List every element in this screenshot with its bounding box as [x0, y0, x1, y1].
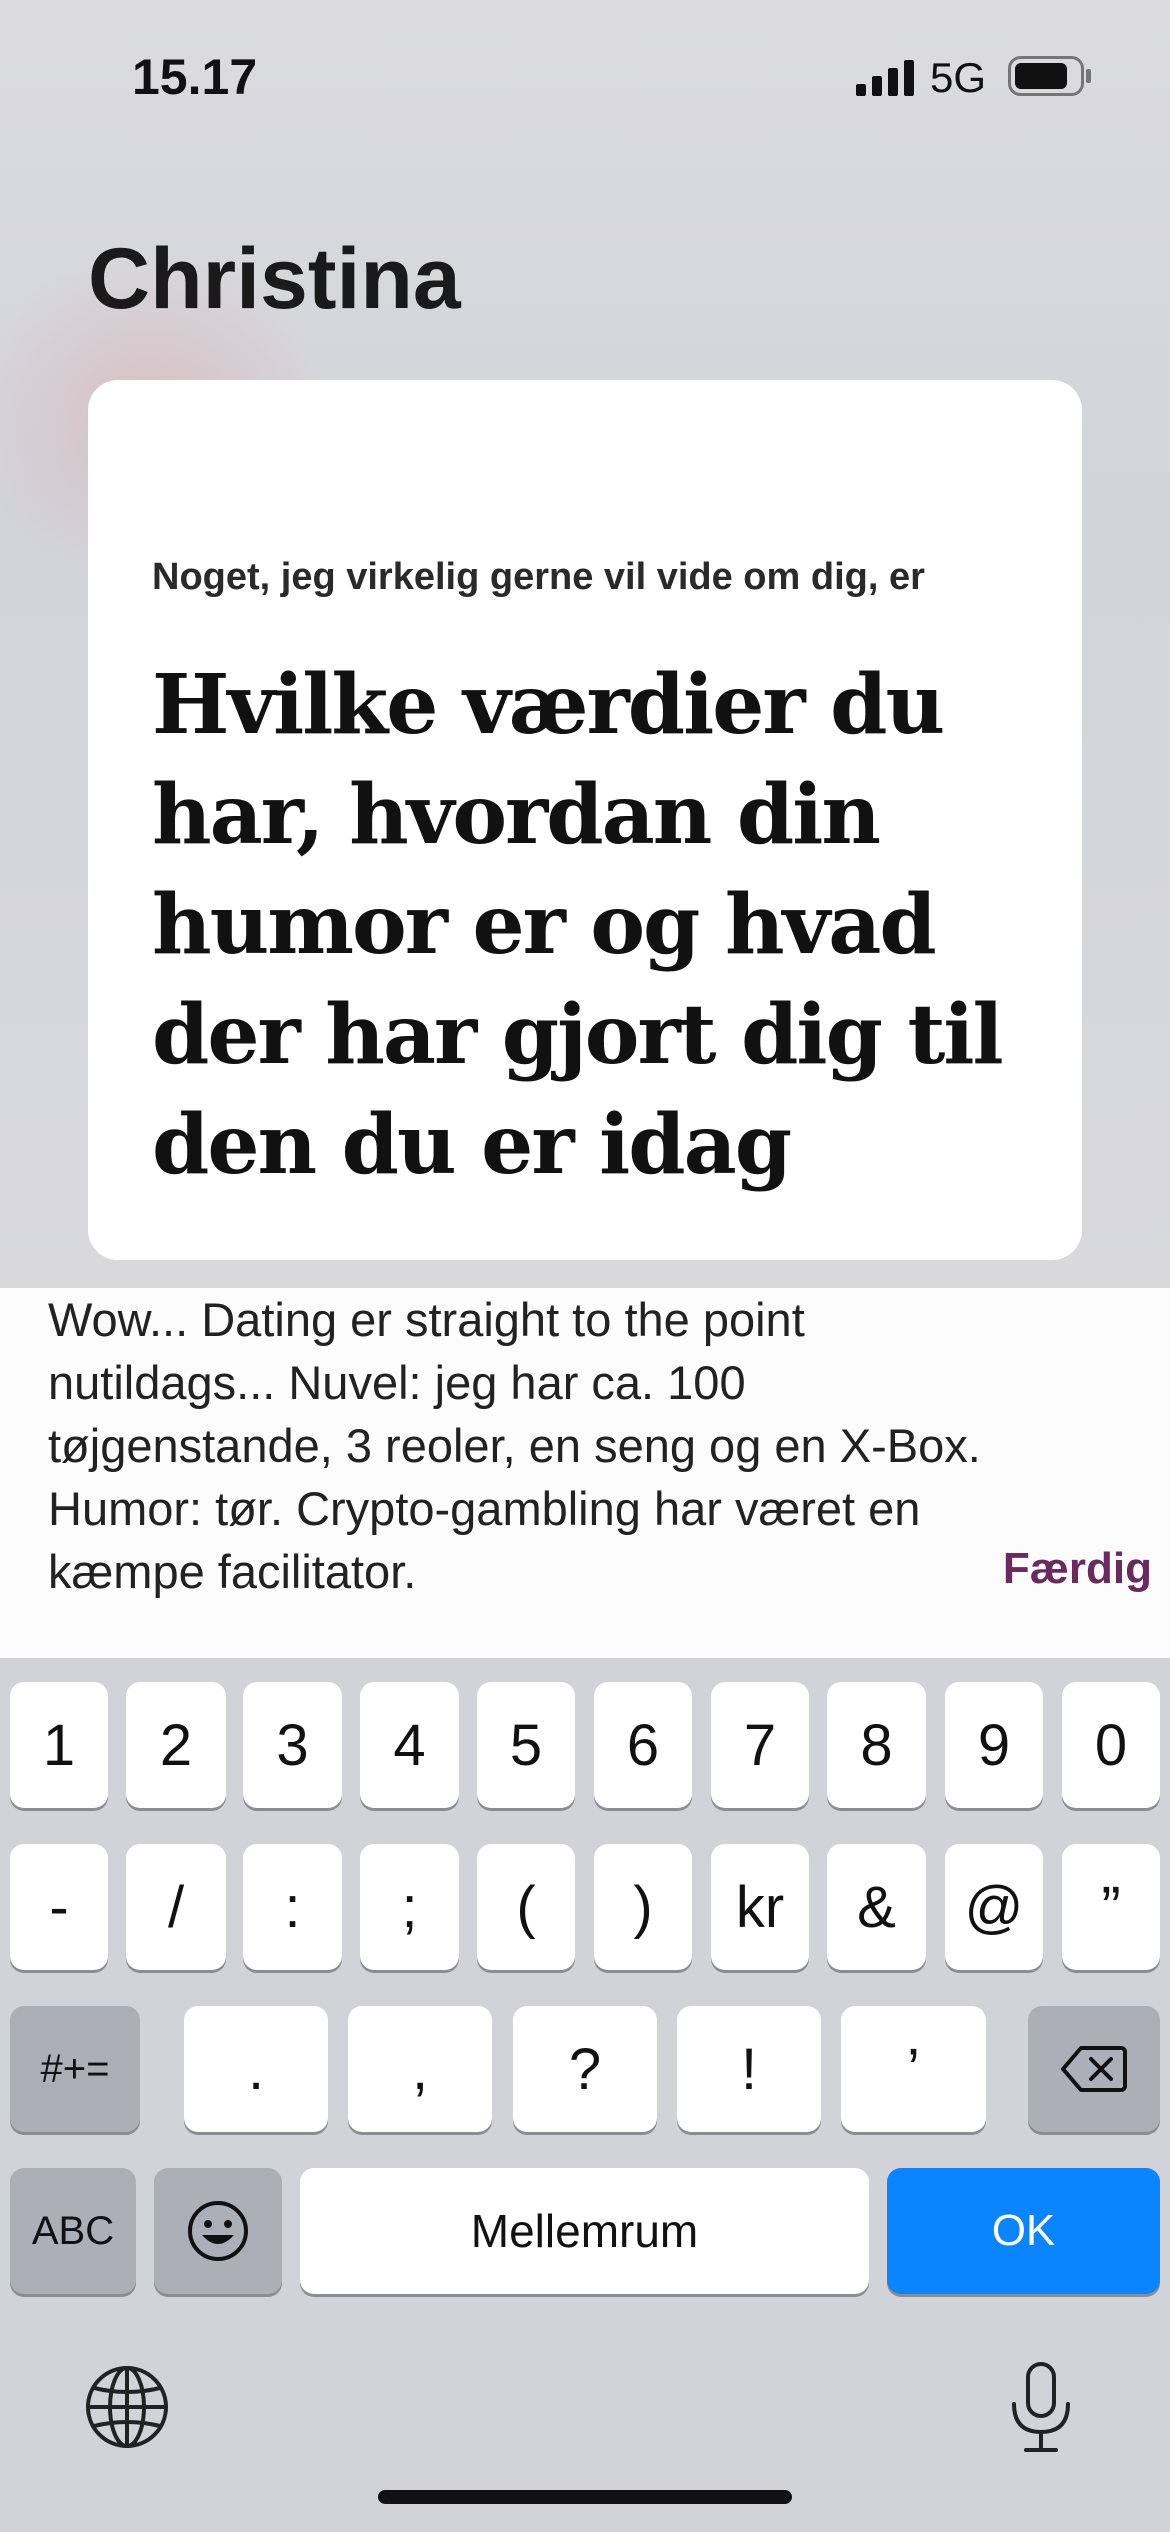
key-apostrophe[interactable]: ’: [841, 2006, 986, 2132]
prompt-question: Hvilke værdier du har, hvordan din humor…: [152, 657, 1004, 1193]
key-symbols[interactable]: #+=: [10, 2006, 140, 2132]
answer-input[interactable]: Wow... Dating er straight to the point n…: [48, 1288, 998, 1603]
done-button[interactable]: Færdig: [1003, 1544, 1152, 1594]
key-1[interactable]: 1: [10, 1682, 108, 1808]
key-5[interactable]: 5: [477, 1682, 575, 1808]
key-ampersand[interactable]: &: [827, 1844, 926, 1970]
prompt-card: Noget, jeg virkelig gerne vil vide om di…: [88, 380, 1082, 1260]
abc-key[interactable]: ABC: [10, 2168, 136, 2294]
emoji-key[interactable]: [154, 2168, 282, 2294]
key-3[interactable]: 3: [243, 1682, 342, 1808]
key-period[interactable]: .: [184, 2006, 328, 2132]
key-8[interactable]: 8: [827, 1682, 926, 1808]
answer-area[interactable]: Wow... Dating er straight to the point n…: [0, 1288, 1170, 1658]
ok-key[interactable]: OK: [887, 2168, 1160, 2294]
backspace-icon: [1061, 2046, 1127, 2092]
network-label: 5G: [930, 54, 987, 101]
status-time: 15.17: [132, 49, 258, 105]
space-key[interactable]: Mellemrum: [300, 2168, 869, 2294]
key-hyphen[interactable]: -: [10, 1844, 108, 1970]
key-slash[interactable]: /: [126, 1844, 226, 1970]
globe-icon[interactable]: [84, 2364, 170, 2450]
key-close-paren[interactable]: ): [594, 1844, 692, 1970]
prompt-label: Noget, jeg virkelig gerne vil vide om di…: [152, 556, 925, 598]
profile-name: Christina: [88, 231, 461, 327]
keyboard: 1 2 3 4 5 6 7 8 9 0 - / : ; ( ) kr & @ ”…: [0, 1658, 1170, 2532]
key-7[interactable]: 7: [711, 1682, 809, 1808]
key-open-paren[interactable]: (: [477, 1844, 575, 1970]
key-quote[interactable]: ”: [1062, 1844, 1160, 1970]
status-bar: 15.17 5G: [0, 0, 1170, 150]
key-kr[interactable]: kr: [711, 1844, 809, 1970]
key-exclamation[interactable]: !: [677, 2006, 821, 2132]
key-question[interactable]: ?: [513, 2006, 657, 2132]
backspace-key[interactable]: [1028, 2006, 1160, 2132]
key-at[interactable]: @: [945, 1844, 1043, 1970]
key-colon[interactable]: :: [243, 1844, 342, 1970]
home-indicator: [378, 2490, 792, 2504]
key-9[interactable]: 9: [945, 1682, 1043, 1808]
battery-icon: [1008, 56, 1091, 96]
emoji-icon: [188, 2201, 248, 2261]
key-4[interactable]: 4: [360, 1682, 459, 1808]
signal-bars-icon: [856, 60, 914, 96]
key-2[interactable]: 2: [126, 1682, 226, 1808]
key-semicolon[interactable]: ;: [360, 1844, 459, 1970]
key-comma[interactable]: ,: [348, 2006, 492, 2132]
key-6[interactable]: 6: [594, 1682, 692, 1808]
key-0[interactable]: 0: [1062, 1682, 1160, 1808]
microphone-icon[interactable]: [1006, 2360, 1076, 2456]
